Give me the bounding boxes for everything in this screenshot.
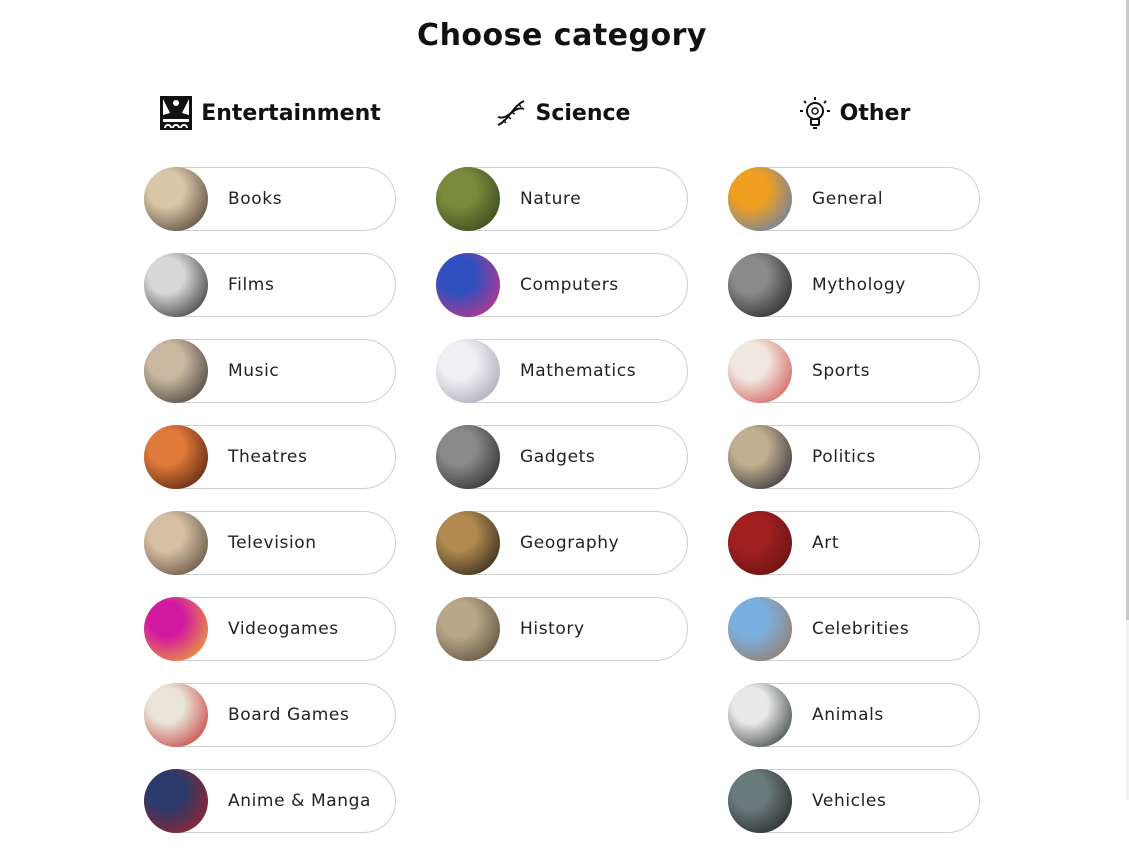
dna-icon bbox=[494, 95, 528, 131]
column-science: Science Nature Computers Mathematics Gadget… bbox=[436, 92, 688, 683]
category-thumbnail-television bbox=[144, 511, 208, 575]
category-label: Mythology bbox=[812, 275, 906, 295]
category-label: Theatres bbox=[228, 447, 308, 467]
category-button-theatres[interactable]: Theatres bbox=[144, 425, 396, 489]
category-label: Celebrities bbox=[812, 619, 910, 639]
other-list: General Mythology Sports Politics Art Celebri… bbox=[728, 167, 980, 833]
category-button-general[interactable]: General bbox=[728, 167, 980, 231]
category-thumbnail-geography bbox=[436, 511, 500, 575]
category-label: Computers bbox=[520, 275, 619, 295]
category-label: Art bbox=[812, 533, 840, 553]
category-button-films[interactable]: Films bbox=[144, 253, 396, 317]
category-button-celebrities[interactable]: Celebrities bbox=[728, 597, 980, 661]
category-button-videogames[interactable]: Videogames bbox=[144, 597, 396, 661]
category-label: General bbox=[812, 189, 884, 209]
category-thumbnail-general bbox=[728, 167, 792, 231]
category-thumbnail-sports bbox=[728, 339, 792, 403]
category-thumbnail-videogames bbox=[144, 597, 208, 661]
category-button-books[interactable]: Books bbox=[144, 167, 396, 231]
category-button-nature[interactable]: Nature bbox=[436, 167, 688, 231]
category-button-board-games[interactable]: Board Games bbox=[144, 683, 396, 747]
category-button-politics[interactable]: Politics bbox=[728, 425, 980, 489]
category-thumbnail-gadgets bbox=[436, 425, 500, 489]
category-button-sports[interactable]: Sports bbox=[728, 339, 980, 403]
category-thumbnail-anime-manga bbox=[144, 769, 208, 833]
category-button-history[interactable]: History bbox=[436, 597, 688, 661]
category-thumbnail-mythology bbox=[728, 253, 792, 317]
category-thumbnail-music bbox=[144, 339, 208, 403]
column-other: Other General Mythology Sports Politics Art C… bbox=[728, 92, 980, 855]
category-button-television[interactable]: Television bbox=[144, 511, 396, 575]
category-label: Animals bbox=[812, 705, 884, 725]
page-title: Choose category bbox=[417, 18, 707, 53]
column-header-other: Other bbox=[728, 92, 980, 134]
category-button-music[interactable]: Music bbox=[144, 339, 396, 403]
category-thumbnail-computers bbox=[436, 253, 500, 317]
category-button-geography[interactable]: Geography bbox=[436, 511, 688, 575]
entertainment-list: Books Films Music Theatres Television Videoga… bbox=[144, 167, 396, 833]
category-label: Geography bbox=[520, 533, 620, 553]
category-label: Anime & Manga bbox=[228, 791, 372, 811]
category-button-mathematics[interactable]: Mathematics bbox=[436, 339, 688, 403]
category-thumbnail-vehicles bbox=[728, 769, 792, 833]
category-thumbnail-animals bbox=[728, 683, 792, 747]
category-button-mythology[interactable]: Mythology bbox=[728, 253, 980, 317]
column-title-entertainment: Entertainment bbox=[201, 100, 381, 126]
category-label: History bbox=[520, 619, 585, 639]
category-button-anime-manga[interactable]: Anime & Manga bbox=[144, 769, 396, 833]
category-thumbnail-books bbox=[144, 167, 208, 231]
theatre-icon bbox=[159, 95, 193, 131]
category-thumbnail-politics bbox=[728, 425, 792, 489]
category-thumbnail-celebrities bbox=[728, 597, 792, 661]
column-header-science: Science bbox=[436, 92, 688, 134]
category-label: Music bbox=[228, 361, 280, 381]
category-label: Vehicles bbox=[812, 791, 887, 811]
category-button-computers[interactable]: Computers bbox=[436, 253, 688, 317]
category-label: Gadgets bbox=[520, 447, 596, 467]
column-entertainment: Entertainment Books Films Music Theatres Tel… bbox=[144, 92, 396, 855]
category-thumbnail-films bbox=[144, 253, 208, 317]
category-label: Mathematics bbox=[520, 361, 637, 381]
category-thumbnail-mathematics bbox=[436, 339, 500, 403]
category-label: Videogames bbox=[228, 619, 339, 639]
category-label: Films bbox=[228, 275, 275, 295]
category-label: Sports bbox=[812, 361, 871, 381]
science-list: Nature Computers Mathematics Gadgets Geograp… bbox=[436, 167, 688, 661]
category-button-animals[interactable]: Animals bbox=[728, 683, 980, 747]
category-label: Board Games bbox=[228, 705, 350, 725]
category-label: Nature bbox=[520, 189, 582, 209]
category-thumbnail-nature bbox=[436, 167, 500, 231]
category-label: Politics bbox=[812, 447, 876, 467]
category-label: Books bbox=[228, 189, 283, 209]
category-button-vehicles[interactable]: Vehicles bbox=[728, 769, 980, 833]
lightbulb-icon bbox=[798, 95, 832, 131]
column-header-entertainment: Entertainment bbox=[144, 92, 396, 134]
category-thumbnail-theatres bbox=[144, 425, 208, 489]
category-thumbnail-board-games bbox=[144, 683, 208, 747]
category-button-art[interactable]: Art bbox=[728, 511, 980, 575]
column-title-science: Science bbox=[535, 100, 631, 126]
category-button-gadgets[interactable]: Gadgets bbox=[436, 425, 688, 489]
column-title-other: Other bbox=[839, 100, 911, 126]
category-label: Television bbox=[228, 533, 317, 553]
category-thumbnail-history bbox=[436, 597, 500, 661]
category-thumbnail-art bbox=[728, 511, 792, 575]
